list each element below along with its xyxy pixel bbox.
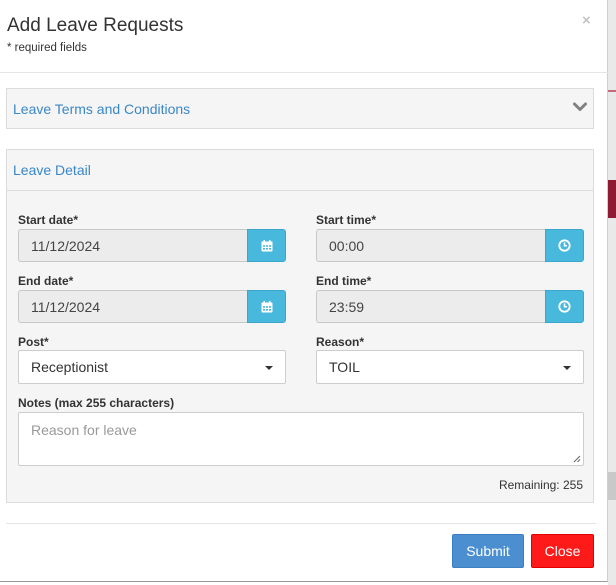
end-date-input[interactable]: 11/12/2024 [18, 290, 247, 323]
footer-divider [6, 523, 596, 524]
background-page-edge [608, 0, 616, 585]
submit-button[interactable]: Submit [452, 534, 524, 568]
calendar-icon [261, 300, 272, 312]
notes-label: Notes (max 255 characters) [18, 396, 175, 410]
end-time-input[interactable]: 23:59 [316, 290, 545, 323]
add-leave-request-modal: Add Leave Requests * required fields × L… [0, 0, 608, 582]
start-time-picker-button[interactable] [545, 229, 584, 262]
caret-down-icon [265, 366, 273, 370]
reason-label: Reason* [316, 335, 365, 349]
calendar-icon [261, 239, 272, 251]
start-time-label: Start time* [316, 213, 377, 227]
required-fields-note: * required fields [7, 42, 87, 54]
notes-placeholder: Reason for leave [31, 422, 137, 438]
start-time-input[interactable]: 00:00 [316, 229, 545, 262]
reason-select-value: TOIL [329, 359, 360, 375]
terms-panel[interactable]: Leave Terms and Conditions [6, 88, 594, 129]
close-icon[interactable]: × [582, 12, 591, 29]
start-date-label: Start date* [18, 213, 79, 227]
end-time-label: End time* [316, 274, 372, 288]
background-page-mark [608, 180, 616, 218]
notes-textarea[interactable]: Reason for leave [18, 412, 584, 466]
start-date-picker-button[interactable] [247, 229, 286, 262]
end-date-label: End date* [18, 274, 74, 288]
clock-icon [558, 300, 571, 313]
reason-select[interactable]: TOIL [316, 350, 584, 384]
leave-detail-title: Leave Detail [13, 162, 91, 178]
background-page-mark [608, 472, 616, 500]
modal-header: Add Leave Requests * required fields × [0, 0, 608, 73]
start-date-input[interactable]: 11/12/2024 [18, 229, 247, 262]
background-page-mark [608, 90, 616, 92]
chevron-down-icon[interactable] [573, 102, 587, 112]
post-select-value: Receptionist [31, 359, 109, 375]
remaining-characters: Remaining: 255 [498, 478, 583, 492]
end-time-picker-button[interactable] [545, 290, 584, 323]
resize-grip-icon[interactable] [573, 455, 581, 463]
leave-detail-panel: Leave Detail Start date* 11/12/2024 Star… [6, 149, 594, 503]
caret-down-icon [563, 366, 571, 370]
post-select[interactable]: Receptionist [18, 350, 286, 384]
clock-icon [558, 239, 571, 252]
terms-panel-title[interactable]: Leave Terms and Conditions [13, 101, 190, 117]
post-label: Post* [18, 335, 49, 349]
modal-title: Add Leave Requests [7, 15, 184, 36]
close-button[interactable]: Close [531, 534, 594, 568]
end-date-picker-button[interactable] [247, 290, 286, 323]
leave-detail-header: Leave Detail [7, 150, 593, 191]
